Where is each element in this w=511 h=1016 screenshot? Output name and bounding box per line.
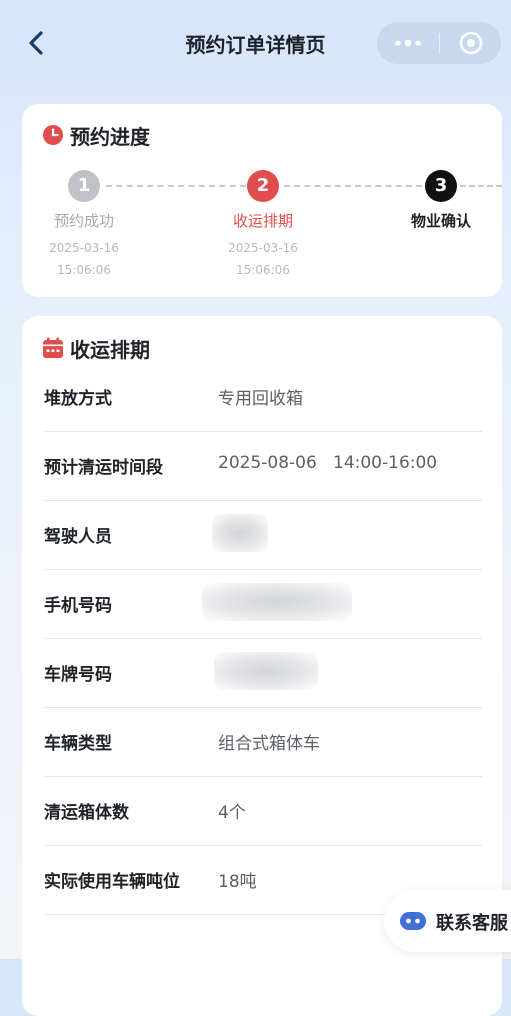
step-date: 2025-03-16 bbox=[228, 241, 298, 255]
redacted-value bbox=[212, 514, 268, 552]
detail-row-box-count: 清运箱体数 4个 bbox=[44, 776, 482, 846]
calendar-icon bbox=[43, 337, 63, 358]
row-value: 专用回收箱 bbox=[218, 389, 303, 409]
row-label: 堆放方式 bbox=[44, 389, 112, 409]
row-label: 预计清运时间段 bbox=[44, 458, 163, 478]
schedule-title: 收运排期 bbox=[70, 337, 150, 362]
more-dots-icon bbox=[395, 39, 421, 47]
nav-bar: 预约订单详情页 bbox=[0, 0, 511, 86]
step-time: 15:06:06 bbox=[57, 263, 111, 277]
row-label: 驾驶人员 bbox=[44, 527, 112, 547]
detail-row-vehicle-type: 车辆类型 组合式箱体车 bbox=[44, 707, 482, 777]
miniprogram-capsule bbox=[377, 22, 501, 64]
row-value: 18吨 bbox=[218, 872, 257, 892]
row-label: 清运箱体数 bbox=[44, 803, 129, 823]
row-label: 实际使用车辆吨位 bbox=[44, 872, 180, 892]
row-label: 车牌号码 bbox=[44, 665, 112, 685]
row-value: 4个 bbox=[218, 803, 246, 823]
progress-header: 预约进度 bbox=[42, 120, 150, 150]
detail-row-phone: 手机号码 bbox=[44, 569, 482, 639]
row-value: 组合式箱体车 bbox=[218, 734, 320, 754]
step-2: 2 收运排期 2025-03-16 15:06:06 bbox=[198, 170, 328, 281]
redacted-value bbox=[214, 652, 318, 690]
progress-title: 预约进度 bbox=[70, 124, 150, 149]
step-label: 收运排期 bbox=[232, 212, 293, 230]
schedule-header: 收运排期 bbox=[42, 333, 150, 363]
detail-row-plate: 车牌号码 bbox=[44, 638, 482, 708]
step-time: 15:06:06 bbox=[236, 263, 290, 277]
step-number: 1 bbox=[68, 170, 100, 202]
detail-row-storage: 堆放方式 专用回收箱 bbox=[44, 362, 482, 432]
row-value: 2025-08-06 14:00-16:00 bbox=[218, 453, 438, 473]
back-button[interactable] bbox=[22, 28, 52, 58]
progress-steps: 1 预约成功 2025-03-16 15:06:06 2 收运排期 2025-0… bbox=[22, 170, 502, 290]
progress-card: 预约进度 1 预约成功 2025-03-16 15:06:06 2 收运排期 2… bbox=[22, 104, 502, 297]
step-date: 2025-03-16 bbox=[49, 241, 119, 255]
redacted-value bbox=[202, 583, 352, 621]
chat-robot-icon bbox=[400, 912, 426, 930]
row-label: 车辆类型 bbox=[44, 734, 112, 754]
more-button[interactable] bbox=[377, 22, 439, 64]
row-label: 手机号码 bbox=[44, 596, 112, 616]
step-number: 3 bbox=[425, 170, 457, 202]
chevron-left-icon bbox=[29, 31, 43, 55]
clock-icon bbox=[43, 125, 63, 145]
contact-service-button[interactable]: 联系客服 bbox=[384, 890, 511, 952]
close-miniprogram-button[interactable] bbox=[439, 22, 501, 64]
step-number: 2 bbox=[247, 170, 279, 202]
detail-row-time-window: 预计清运时间段 2025-08-06 14:00-16:00 bbox=[44, 431, 482, 501]
detail-row-driver: 驾驶人员 bbox=[44, 500, 482, 570]
contact-service-label: 联系客服 bbox=[436, 913, 508, 934]
step-label: 物业确认 bbox=[410, 212, 471, 230]
step-label: 预约成功 bbox=[53, 212, 114, 230]
step-3: 3 物业确认 bbox=[376, 170, 506, 231]
target-ring-icon bbox=[459, 31, 483, 55]
step-1: 1 预约成功 2025-03-16 15:06:06 bbox=[19, 170, 149, 281]
